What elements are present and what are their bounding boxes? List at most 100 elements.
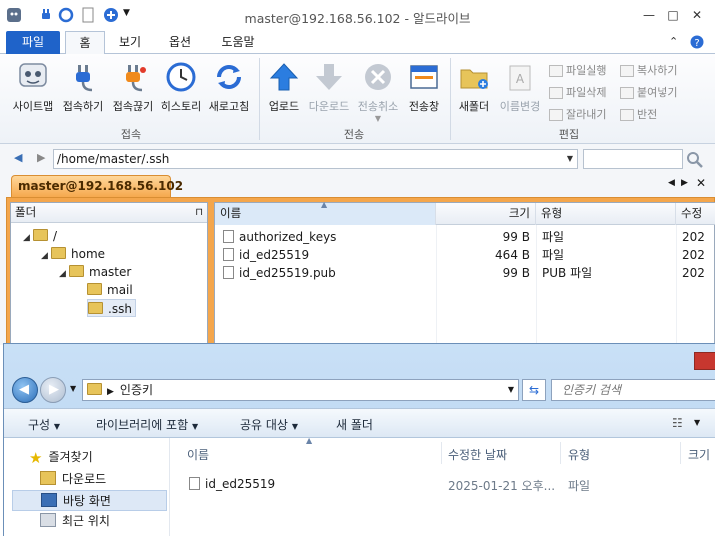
invert-selection-button[interactable]: 반전 — [620, 106, 657, 122]
tree-item-ssh[interactable]: .ssh — [87, 299, 136, 317]
share-with-button[interactable]: 공유 대상 ▼ — [240, 416, 298, 433]
address-dropdown-icon[interactable]: ▼ — [508, 380, 514, 400]
new-folder-button[interactable]: 새폴더 — [454, 60, 494, 114]
sitemap-button[interactable]: 사이트맵 — [8, 60, 58, 114]
column-type[interactable]: 유형 — [568, 446, 590, 463]
explorer-body: ★ 즐겨찾기 다운로드 바탕 화면 최근 위치 ▲ 이름 수정한 날짜 유형 크기… — [4, 436, 715, 536]
ribbon-tabs: 파일 홈 보기 옵션 도움말 ⌃ ? — [0, 30, 715, 54]
forward-button[interactable]: ▶ — [40, 377, 66, 403]
file-row[interactable]: id_ed25519.pub 99 B PUB 파일 202 — [223, 264, 715, 282]
path-input[interactable]: /home/master/.ssh ▼ — [53, 149, 578, 169]
connect-button[interactable]: 접속하기 — [58, 60, 108, 114]
cut-button[interactable]: 잘라내기 — [549, 106, 606, 122]
edit-group-label: 편집 — [558, 128, 580, 141]
collapse-arrow-icon[interactable]: ◢ — [59, 265, 69, 283]
close-button[interactable]: ✕ — [690, 8, 704, 22]
nav-label: 다운로드 — [62, 472, 107, 486]
history-button[interactable]: 히스토리 — [158, 60, 204, 114]
column-modified[interactable]: 수정 — [676, 203, 715, 225]
help-icon[interactable]: ? — [690, 35, 704, 49]
refresh-button[interactable]: ⇆ — [522, 379, 546, 401]
back-button[interactable]: ◀ — [12, 377, 38, 403]
run-file-button[interactable]: 파일실행 — [549, 62, 606, 78]
recent-places-icon — [40, 513, 56, 527]
include-in-library-label: 라이브러리에 포함 — [96, 418, 189, 432]
tab-scroll-right-icon[interactable]: ▶ — [681, 178, 688, 188]
download-button[interactable]: 다운로드 — [305, 60, 353, 114]
forward-arrow-icon[interactable]: ▶ — [37, 151, 45, 164]
column-date-modified[interactable]: 수정한 날짜 — [448, 446, 507, 463]
disconnect-label: 접속끊기 — [112, 100, 154, 113]
copy-button[interactable]: 복사하기 — [620, 62, 677, 78]
tab-scroll-left-icon[interactable]: ◀ — [668, 178, 675, 188]
rename-button[interactable]: A 이름변경 — [496, 60, 544, 114]
breadcrumb-current[interactable]: 인증키 — [120, 383, 153, 397]
file-row[interactable]: id_ed25519 2025-01-21 오후... 파일 — [189, 477, 709, 495]
tab-help[interactable]: 도움말 — [212, 31, 264, 54]
tree-item-home[interactable]: ◢ home — [41, 245, 105, 263]
cancel-transfer-dropdown-icon[interactable]: ▼ — [353, 114, 403, 123]
explorer-search-input[interactable]: 인증키 검색 — [551, 379, 715, 401]
delete-file-button[interactable]: 파일삭제 — [549, 84, 606, 100]
maximize-button[interactable]: □ — [666, 8, 680, 22]
file-name: authorized_keys — [239, 230, 337, 244]
forward-arrow-icon: ▶ — [49, 382, 59, 397]
plug-icon — [66, 60, 100, 94]
tree-item-label: .ssh — [108, 302, 132, 316]
downloads-folder-icon — [40, 471, 56, 485]
tree-header-label: 폴더 — [15, 205, 37, 219]
back-arrow-icon[interactable]: ◀ — [14, 151, 22, 164]
breadcrumb-arrow-icon[interactable]: ▶ — [107, 387, 114, 397]
upload-button[interactable]: 업로드 — [263, 60, 305, 114]
remote-search-input[interactable] — [583, 149, 683, 169]
path-dropdown-icon[interactable]: ▼ — [567, 150, 573, 168]
tree-item-mail[interactable]: mail — [87, 281, 133, 299]
file-row[interactable]: id_ed25519 464 B 파일 202 — [223, 246, 715, 264]
minimize-button[interactable]: — — [642, 8, 656, 22]
cancel-transfer-button[interactable]: 전송취소 ▼ — [353, 60, 403, 123]
refresh-button[interactable]: 새로고침 — [204, 60, 254, 114]
nav-favorites[interactable]: ★ 즐겨찾기 — [29, 447, 93, 468]
column-size[interactable]: 크기 — [436, 203, 536, 225]
pin-icon[interactable]: ⊓ — [195, 203, 203, 222]
collapse-arrow-icon[interactable]: ◢ — [41, 247, 51, 265]
search-icon[interactable] — [686, 151, 704, 169]
file-icon — [189, 477, 200, 490]
run-file-label: 파일실행 — [566, 64, 607, 77]
session-tab[interactable]: master@192.168.56.102 — [11, 175, 183, 198]
collapse-ribbon-icon[interactable]: ⌃ — [669, 35, 678, 48]
view-dropdown-icon[interactable]: ▼ — [694, 418, 700, 427]
explorer-address-bar[interactable]: ▶ 인증키 ▼ — [82, 379, 519, 401]
folder-icon — [87, 383, 102, 395]
nav-label: 최근 위치 — [62, 514, 110, 528]
file-row[interactable]: authorized_keys 99 B 파일 202 — [223, 228, 715, 246]
transfer-window-button[interactable]: 전송창 — [403, 60, 445, 114]
disconnect-button[interactable]: 접속끊기 — [108, 60, 158, 114]
tree-item-root[interactable]: ◢ / — [23, 227, 57, 245]
tab-options[interactable]: 옵션 — [160, 31, 200, 54]
paste-button[interactable]: 붙여넣기 — [620, 84, 677, 100]
column-name[interactable]: 이름 — [187, 446, 209, 463]
tree-item-label: mail — [107, 283, 133, 297]
tab-view[interactable]: 보기 — [110, 31, 150, 54]
recent-pages-dropdown-icon[interactable]: ▼ — [70, 384, 76, 393]
nav-recent-places[interactable]: 최근 위치 — [40, 511, 110, 532]
nav-downloads[interactable]: 다운로드 — [40, 469, 106, 490]
column-size[interactable]: 크기 — [688, 446, 710, 463]
include-in-library-button[interactable]: 라이브러리에 포함 ▼ — [96, 416, 198, 433]
nav-desktop[interactable]: 바탕 화면 — [12, 490, 167, 511]
tab-home[interactable]: 홈 — [65, 31, 105, 54]
column-type[interactable]: 유형 — [536, 203, 676, 225]
view-options-icon[interactable]: ☷ — [672, 416, 683, 430]
explorer-close-button[interactable] — [694, 352, 715, 370]
explorer-window: ◀ ▶ ▼ ▶ 인증키 ▼ ⇆ 인증키 검색 구성 ▼ 라이브러리에 포함 ▼ 공… — [3, 343, 715, 536]
tree-item-master[interactable]: ◢ master — [59, 263, 131, 281]
sitemap-icon — [16, 60, 50, 94]
aldrive-window: ▼ master@192.168.56.102 - 알드라이브 — □ ✕ 파일… — [0, 0, 715, 345]
new-folder-button[interactable]: 새 폴더 — [336, 416, 373, 433]
organize-button[interactable]: 구성 ▼ — [28, 416, 60, 433]
tab-file[interactable]: 파일 — [6, 31, 60, 54]
file-size: 464 B — [495, 248, 530, 262]
close-tab-icon[interactable]: ✕ — [696, 176, 706, 190]
collapse-arrow-icon[interactable]: ◢ — [23, 229, 33, 247]
